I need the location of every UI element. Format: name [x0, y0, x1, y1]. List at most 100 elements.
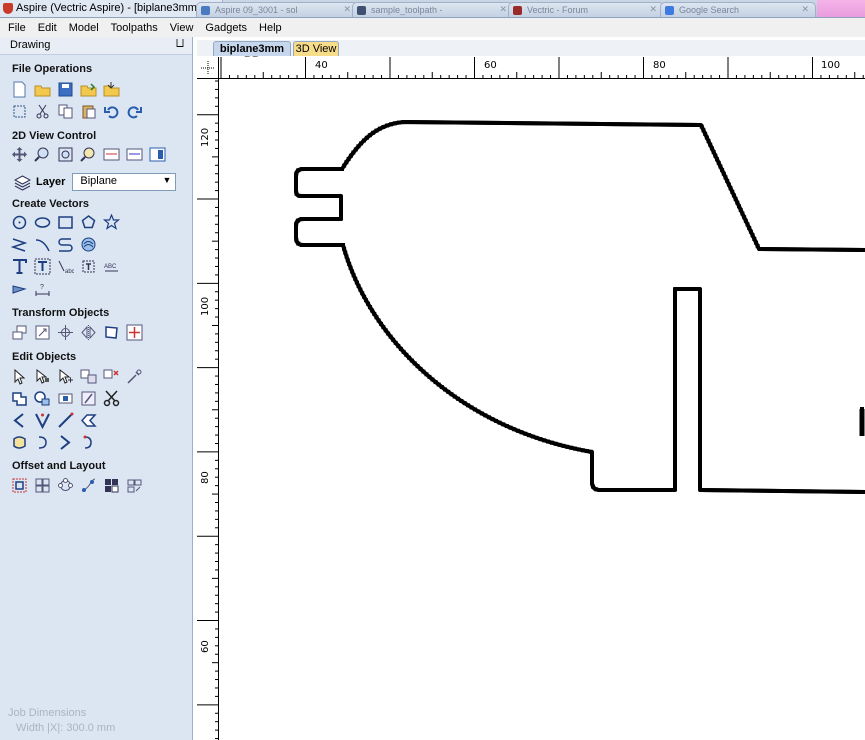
trim-icon[interactable] — [80, 390, 97, 407]
text-box-icon[interactable] — [34, 258, 51, 275]
browser-tab[interactable]: sample_toolpath - ✕ — [352, 2, 514, 17]
group-icon[interactable] — [80, 368, 97, 385]
zoom-icon[interactable] — [34, 146, 51, 163]
cut-icon[interactable] — [34, 103, 51, 120]
close-icon[interactable]: ✕ — [801, 4, 809, 15]
copy-along-vectors-icon[interactable] — [80, 477, 97, 494]
tab-2d-view[interactable]: biplane3mm BB — [213, 41, 291, 67]
draw-pen-icon[interactable] — [11, 280, 28, 297]
open-folder-icon[interactable] — [34, 81, 51, 98]
close-icon[interactable]: ✕ — [343, 4, 351, 15]
weld-icon[interactable] — [11, 390, 28, 407]
import-icon[interactable] — [103, 81, 120, 98]
auto-layout-icon[interactable] — [126, 477, 143, 494]
layer-view-icon[interactable] — [149, 146, 166, 163]
ellipse-icon[interactable] — [34, 214, 51, 231]
close-icon[interactable]: ✕ — [499, 4, 507, 15]
menu-toolpaths[interactable]: Toolpaths — [105, 22, 164, 34]
close-icon[interactable]: ✕ — [649, 4, 657, 15]
interactive-select-icon[interactable] — [57, 368, 74, 385]
save-icon[interactable] — [57, 81, 74, 98]
subtract-icon[interactable] — [34, 390, 51, 407]
vector-node — [335, 243, 340, 247]
circular-array-icon[interactable] — [57, 477, 74, 494]
zoom-box-icon[interactable] — [57, 146, 74, 163]
rectangle-icon[interactable] — [57, 214, 74, 231]
end-point-icon[interactable] — [80, 434, 97, 451]
pick-icon[interactable] — [126, 368, 143, 385]
fit-width-icon[interactable] — [103, 146, 120, 163]
mirror-icon[interactable] — [80, 324, 97, 341]
move-icon[interactable] — [11, 324, 28, 341]
vector-node — [673, 387, 677, 392]
redo-icon[interactable] — [126, 103, 143, 120]
smooth-end-icon[interactable] — [34, 434, 51, 451]
select-cursor-icon[interactable] — [11, 368, 28, 385]
auto-layout-text-icon[interactable] — [80, 258, 97, 275]
closed-shape-icon[interactable] — [11, 434, 28, 451]
spiral-icon[interactable] — [80, 236, 97, 253]
menu-model[interactable]: Model — [63, 22, 105, 34]
star-icon[interactable] — [103, 214, 120, 231]
polygon-icon[interactable] — [80, 214, 97, 231]
zoom-all-icon[interactable] — [80, 146, 97, 163]
vector-node — [709, 146, 714, 151]
scale-icon[interactable] — [34, 324, 51, 341]
vector-node — [715, 157, 720, 162]
text-arc-icon[interactable]: ABC — [103, 258, 120, 275]
pan-icon[interactable] — [11, 146, 28, 163]
node-edit-icon[interactable] — [34, 368, 51, 385]
pin-icon[interactable]: ⨆ — [176, 38, 184, 49]
menu-help[interactable]: Help — [253, 22, 288, 34]
copy-icon[interactable] — [57, 103, 74, 120]
scissors-icon[interactable] — [103, 390, 120, 407]
vector-node — [673, 435, 677, 440]
offset-icon[interactable] — [11, 477, 28, 494]
vector-node — [673, 443, 677, 448]
tab-3d-view[interactable]: 3D View — [293, 41, 339, 56]
drawing-canvas[interactable] — [219, 79, 865, 740]
intersect-icon[interactable] — [57, 390, 74, 407]
vector-node — [549, 440, 554, 445]
circle-icon[interactable] — [11, 214, 28, 231]
open-recent-icon[interactable] — [80, 81, 97, 98]
undo-icon[interactable] — [103, 103, 120, 120]
browser-new-tab[interactable] — [817, 0, 865, 17]
browser-tab[interactable]: Vectric - Forum ✕ — [508, 2, 664, 17]
ungroup-icon[interactable] — [103, 368, 120, 385]
browser-tab[interactable]: Aspire 09_3001 - sol ✕ — [196, 2, 358, 17]
fit-height-icon[interactable] — [126, 146, 143, 163]
browser-tab[interactable]: Google Search ✕ — [660, 2, 816, 17]
select-all-icon[interactable] — [11, 103, 28, 120]
polyline-icon[interactable] — [11, 236, 28, 253]
new-file-icon[interactable] — [11, 81, 28, 98]
vector-node — [698, 457, 702, 462]
menu-file[interactable]: File — [2, 22, 32, 34]
layer-dropdown[interactable]: Biplane ▼ — [72, 173, 177, 191]
fillet-icon[interactable] — [57, 412, 74, 429]
curve-icon[interactable] — [57, 236, 74, 253]
menu-gadgets[interactable]: Gadgets — [199, 22, 253, 34]
text-on-curve-icon[interactable]: abc — [57, 258, 74, 275]
rotate-icon[interactable] — [57, 324, 74, 341]
menu-edit[interactable]: Edit — [32, 22, 63, 34]
nesting-icon[interactable] — [103, 477, 120, 494]
curve-fit-icon[interactable] — [80, 412, 97, 429]
menu-view[interactable]: View — [164, 22, 200, 34]
dimension-icon[interactable]: ? — [34, 280, 51, 297]
join-close-icon[interactable] — [34, 412, 51, 429]
paste-icon[interactable] — [80, 103, 97, 120]
ruler-corner[interactable] — [197, 57, 219, 79]
distort-icon[interactable] — [103, 324, 120, 341]
text-icon[interactable] — [11, 258, 28, 275]
arc-icon[interactable] — [34, 236, 51, 253]
vector-node — [508, 425, 513, 430]
join-open-icon[interactable] — [11, 412, 28, 429]
extend-icon[interactable] — [57, 434, 74, 451]
vector-node — [699, 488, 704, 493]
vector-node — [648, 122, 653, 127]
array-copy-icon[interactable] — [34, 477, 51, 494]
vector-node — [680, 122, 685, 127]
vector-node — [813, 247, 818, 252]
align-icon[interactable] — [126, 324, 143, 341]
